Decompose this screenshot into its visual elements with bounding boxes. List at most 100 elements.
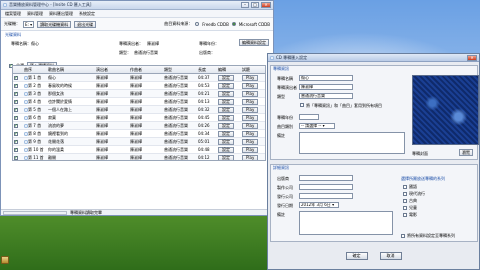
maximize-button[interactable]: □ — [251, 2, 259, 8]
cell-song-artist: 陳淑樺 — [95, 147, 129, 153]
table-row[interactable]: 第 5 首一個人在路上 陳淑樺 陳淑樺 普通流行音樂 04:32 設定 Play — [13, 106, 265, 114]
fetch-disc-button[interactable]: 讀取光碟機資料 — [37, 20, 72, 28]
dlg-release-input[interactable] — [299, 114, 319, 120]
table-row[interactable]: 第 9 首花開花落 陳淑樺 陳淑樺 普通流行音樂 05:01 設定 Play — [13, 138, 265, 146]
album-cover-label: 專輯封面 — [412, 151, 428, 156]
series-checkbox-4[interactable] — [403, 206, 407, 210]
song-composer-text: 陳淑樺 — [130, 154, 142, 160]
edit-button[interactable]: 設定 — [218, 122, 234, 129]
source-radio-freedb[interactable] — [195, 22, 200, 26]
dlg-album-name-input[interactable]: 傷心 — [299, 75, 353, 81]
menu-export[interactable]: 資料匯出管理 — [49, 11, 73, 17]
apply-all-checkbox[interactable] — [300, 103, 304, 107]
edit-album-button[interactable]: 編輯資料設定 — [239, 39, 269, 46]
row-checkbox[interactable] — [14, 91, 18, 96]
row-checkbox[interactable] — [14, 107, 18, 112]
bottom-apply-checkbox[interactable] — [401, 234, 405, 238]
play-button[interactable]: Play — [242, 98, 259, 105]
cell-play-button: Play — [241, 98, 265, 105]
row-checkbox[interactable] — [14, 83, 18, 88]
edit-button[interactable]: 設定 — [218, 130, 234, 137]
dlg-album-artist-input[interactable]: 陳淑樺 — [299, 84, 353, 90]
dialog-title: CD 專輯匯入設定 — [276, 54, 308, 60]
album-info-panel: 專輯資訊 專輯名稱 傷心 專輯演出者 陳淑樺 類型 普通流行音樂 將「專輯資訊」… — [270, 65, 479, 160]
edit-button[interactable]: 設定 — [218, 106, 234, 113]
source-radio-microsoft[interactable] — [231, 22, 236, 26]
play-button[interactable]: Play — [242, 82, 259, 89]
series-checkbox-5[interactable] — [403, 213, 407, 217]
table-row[interactable]: 第 3 首那個女孩 陳淑樺 陳淑樺 普通流行音樂 04:21 設定 Play — [13, 90, 265, 98]
cell-song-genre: 普通流行音樂 — [163, 115, 197, 121]
edit-button[interactable]: 設定 — [218, 90, 234, 97]
dlg-date-picker[interactable]: 2012年 3月 6日 ▾ — [299, 202, 339, 208]
play-button[interactable]: Play — [242, 122, 259, 129]
play-button[interactable]: Play — [242, 154, 259, 160]
play-button[interactable]: Play — [242, 90, 259, 97]
cancel-button[interactable]: 取消 — [379, 252, 402, 260]
close-button[interactable]: ✕ — [261, 2, 271, 8]
series-checkbox-3[interactable] — [403, 199, 407, 203]
series-item-4[interactable]: 兒童 — [403, 205, 417, 211]
play-button[interactable]: Play — [242, 146, 259, 153]
edit-button[interactable]: 設定 — [218, 114, 234, 121]
dlg-publisher-input[interactable] — [299, 175, 353, 181]
table-row[interactable]: 第 7 首流浪的夢 陳淑樺 陳淑樺 普通流行音樂 04:26 設定 Play — [13, 122, 265, 130]
edit-button[interactable]: 設定 — [218, 154, 234, 160]
row-checkbox[interactable] — [14, 75, 18, 80]
table-row[interactable]: 第 10 首你的溫柔 陳淑樺 陳淑樺 普通流行音樂 04:48 設定 Play — [13, 146, 265, 154]
edit-button[interactable]: 設定 — [218, 138, 234, 145]
cell-row-checkbox — [13, 123, 23, 128]
menu-data[interactable]: 資料管理 — [27, 11, 43, 17]
row-checkbox[interactable] — [14, 139, 18, 144]
row-checkbox[interactable] — [14, 155, 18, 160]
edit-button[interactable]: 設定 — [218, 98, 234, 105]
table-row[interactable]: 第 8 首鏡裡看到的 陳淑樺 陳淑樺 普通流行音樂 04:34 設定 Play — [13, 130, 265, 138]
eject-disc-button[interactable]: 退出光碟 — [74, 20, 97, 28]
series-item-1[interactable]: 國語 — [403, 184, 417, 190]
minimize-button[interactable]: – — [241, 2, 249, 8]
cover-browse-button[interactable]: 瀏覽 — [459, 149, 473, 156]
col-genre: 類型 — [164, 66, 172, 72]
song-length-text: 04:48 — [198, 147, 210, 152]
edit-button[interactable]: 設定 — [218, 146, 234, 153]
table-row[interactable]: 第 6 首寂寞 陳淑樺 陳淑樺 普通流行音樂 04:45 設定 Play — [13, 114, 265, 122]
menu-settings[interactable]: 系統設定 — [79, 11, 95, 17]
ok-button[interactable]: 確定 — [345, 252, 368, 260]
play-button[interactable]: Play — [242, 114, 259, 121]
dlg-genre-input[interactable]: 普通流行音樂 — [299, 93, 353, 99]
bottom-apply-option[interactable]: 將所有資料設定至專輯系列 — [401, 233, 455, 239]
table-row[interactable]: 第 2 首春風吹的時候 陳淑樺 陳淑樺 普通流行音樂 04:53 設定 Play — [13, 82, 265, 90]
play-button[interactable]: Play — [242, 106, 259, 113]
edit-button[interactable]: 設定 — [218, 82, 234, 89]
table-row[interactable]: 第 1 首傷心 陳淑樺 陳淑樺 普通流行音樂 04:37 設定 Play — [13, 74, 265, 82]
dlg-company-input[interactable] — [299, 193, 353, 199]
table-row[interactable]: 第 4 首也許關於愛情 陳淑樺 陳淑樺 普通流行音樂 04:13 設定 Play — [13, 98, 265, 106]
play-button[interactable]: Play — [242, 138, 259, 145]
series-item-5[interactable]: 電影 — [403, 212, 417, 218]
row-checkbox[interactable] — [14, 147, 18, 152]
row-checkbox[interactable] — [14, 123, 18, 128]
series-item-3[interactable]: 古典 — [403, 198, 417, 204]
dlg-category-select[interactable]: -- 請選擇 -- ▾ — [299, 123, 335, 129]
row-checkbox[interactable] — [14, 99, 18, 104]
row-checkbox[interactable] — [14, 131, 18, 136]
cell-song-name: 傷心 — [47, 75, 95, 81]
row-checkbox[interactable] — [14, 115, 18, 120]
drive-select[interactable]: E: ▾ — [23, 20, 35, 28]
play-button[interactable]: Play — [242, 130, 259, 137]
series-checkbox-1[interactable] — [403, 185, 407, 189]
table-row[interactable]: 第 11 首離開 陳淑樺 陳淑樺 普通流行音樂 04:12 設定 Play — [13, 154, 265, 160]
series-item-2[interactable]: 現代流行 — [403, 191, 425, 197]
dlg-producer-input[interactable] — [299, 184, 353, 190]
desktop-folder-icon[interactable] — [1, 256, 9, 264]
series-checkbox-2[interactable] — [403, 192, 407, 196]
dlg-note-textarea[interactable] — [299, 211, 393, 235]
dialog-close-button[interactable]: ✕ — [467, 54, 477, 61]
cell-track-number: 第 7 首 — [23, 123, 47, 129]
play-button[interactable]: Play — [242, 74, 259, 81]
edit-button[interactable]: 設定 — [218, 74, 234, 81]
cell-song-length: 04:26 — [197, 123, 217, 128]
menu-file[interactable]: 檔案管理 — [5, 11, 21, 17]
song-name-text: 傷心 — [48, 74, 56, 80]
dlg-remark-textarea[interactable] — [299, 132, 405, 154]
